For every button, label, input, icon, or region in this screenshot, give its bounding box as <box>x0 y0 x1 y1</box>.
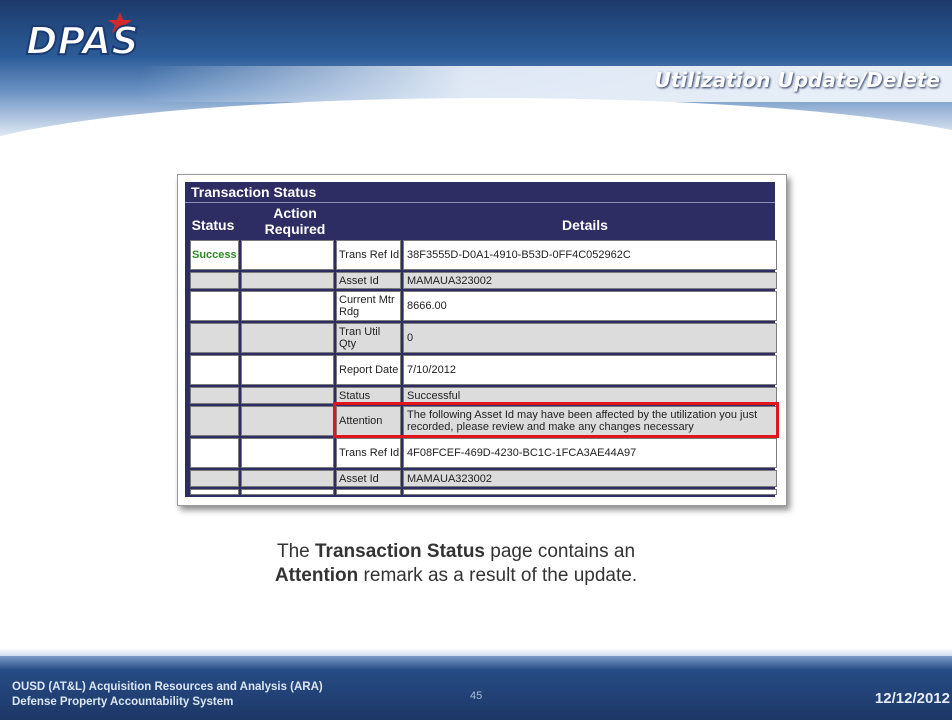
slide-caption: The Transaction Status page contains an … <box>0 540 952 588</box>
action-cell <box>241 272 334 289</box>
table-row-cut <box>190 489 777 495</box>
field-value: 0 <box>403 323 777 353</box>
field-label: Tran Util Qty <box>336 323 401 353</box>
table-row: Tran Util Qty 0 <box>190 323 777 353</box>
caption-text: page contains an <box>485 541 636 562</box>
field-label: Report Date <box>336 355 401 385</box>
transaction-status-screenshot: Transaction Status Status Action Require… <box>177 174 787 506</box>
action-cell <box>241 291 334 321</box>
action-cell <box>241 438 334 468</box>
action-cell <box>241 355 334 385</box>
status-cell <box>190 355 239 385</box>
action-cell <box>241 387 334 404</box>
status-cell <box>190 272 239 289</box>
table-row: Success Trans Ref Id 38F3555D-D0A1-4910-… <box>190 240 777 270</box>
action-cell <box>241 323 334 353</box>
page-number: 45 <box>470 690 483 702</box>
footer-date: 12/12/2012 <box>874 690 950 707</box>
field-value <box>403 489 777 495</box>
field-label: Trans Ref Id <box>336 438 401 468</box>
footer-org: OUSD (AT&L) Acquisition Resources and An… <box>12 680 323 710</box>
field-label <box>336 489 401 495</box>
dpas-logo: DPAS <box>25 12 140 64</box>
footer-org-line1: OUSD (AT&L) Acquisition Resources and An… <box>12 681 323 693</box>
field-value: 8666.00 <box>403 291 777 321</box>
table-row: Report Date 7/10/2012 <box>190 355 777 385</box>
table-row: Asset Id MAMAUA323002 <box>190 272 777 289</box>
field-label: Current Mtr Rdg <box>336 291 401 321</box>
header-status: Status <box>191 217 235 233</box>
field-label: Asset Id <box>336 272 401 289</box>
field-value: 4F08FCEF-469D-4230-BC1C-1FCA3AE44A97 <box>403 438 777 468</box>
status-cell <box>190 323 239 353</box>
field-value: 38F3555D-D0A1-4910-B53D-0FF4C052962C <box>403 240 777 270</box>
action-cell <box>241 489 334 495</box>
slide-header: DPAS Utilization Update/Delete <box>0 0 952 148</box>
caption-emphasis: Transaction Status <box>315 541 485 562</box>
caption-text: The <box>276 541 315 562</box>
status-cell <box>190 438 239 468</box>
logo-text: DPAS <box>26 19 139 63</box>
success-text: Success <box>192 249 237 261</box>
action-cell <box>241 240 334 270</box>
status-cell <box>190 291 239 321</box>
header-sweep <box>0 98 952 148</box>
header-details: Details <box>562 217 608 233</box>
action-cell <box>241 406 334 436</box>
action-cell <box>241 470 334 487</box>
status-table: Success Trans Ref Id 38F3555D-D0A1-4910-… <box>190 240 777 497</box>
attention-highlight-box <box>333 402 779 438</box>
footer-org-line2: Defense Property Accountability System <box>12 696 234 708</box>
field-label: Asset Id <box>336 470 401 487</box>
header-action-required: Action Required <box>264 205 326 237</box>
caption-text: remark as a result of the update. <box>358 565 638 586</box>
slide-title: Utilization Update/Delete <box>654 68 940 92</box>
transaction-status-pane: Transaction Status Status Action Require… <box>185 182 777 497</box>
field-value: 7/10/2012 <box>403 355 777 385</box>
field-value: MAMAUA323002 <box>403 272 777 289</box>
field-value: MAMAUA323002 <box>403 470 777 487</box>
title-rule <box>185 202 775 203</box>
status-cell: Success <box>190 240 239 270</box>
table-row: Trans Ref Id 4F08FCEF-469D-4230-BC1C-1FC… <box>190 438 777 468</box>
caption-emphasis: Attention <box>274 565 359 586</box>
table-row: Asset Id MAMAUA323002 <box>190 470 777 487</box>
status-cell <box>190 387 239 404</box>
field-label: Trans Ref Id <box>336 240 401 270</box>
table-row: Current Mtr Rdg 8666.00 <box>190 291 777 321</box>
pane-title: Transaction Status <box>191 184 317 200</box>
status-cell <box>190 406 239 436</box>
status-cell <box>190 470 239 487</box>
slide-footer: OUSD (AT&L) Acquisition Resources and An… <box>0 656 952 720</box>
status-cell <box>190 489 239 495</box>
